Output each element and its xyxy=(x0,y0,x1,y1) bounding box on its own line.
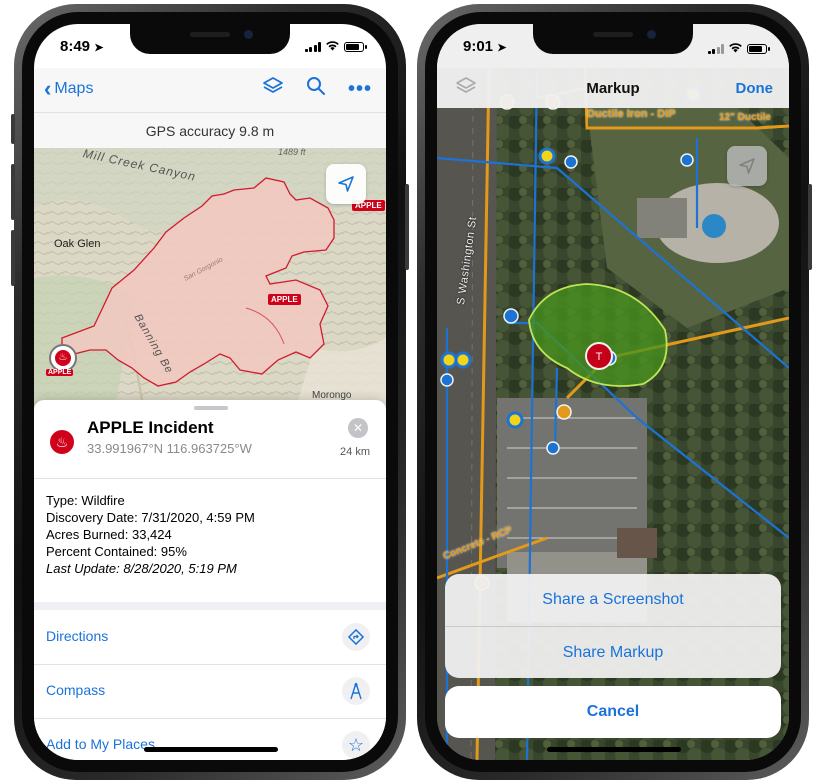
incident-title: APPLE Incident xyxy=(87,418,214,437)
share-action-sheet: Share a Screenshot Share Markup xyxy=(445,574,781,678)
svg-text:T: T xyxy=(596,351,603,363)
nav-bar: ‹ Maps ••• xyxy=(34,68,386,112)
chevron-left-icon: ‹ xyxy=(44,76,52,101)
locate-button[interactable] xyxy=(326,164,366,204)
star-icon: ☆ xyxy=(342,731,370,759)
add-to-places-action[interactable]: Add to My Places ☆ xyxy=(34,718,386,760)
search-icon[interactable] xyxy=(306,76,326,102)
section-divider xyxy=(34,602,386,610)
detail-discovery: Discovery Date: 7/31/2020, 4:59 PM xyxy=(46,510,255,525)
detail-contained: Percent Contained: 95% xyxy=(46,544,187,559)
map-label-elevation: 1489 ft xyxy=(278,148,306,157)
left-phone: 8:49 ➤ ‹ Maps ••• GPS accuracy 9.8 m Mil… xyxy=(11,4,409,780)
incident-details: Type: Wildfire Discovery Date: 7/31/2020… xyxy=(46,492,255,577)
detail-updated: Last Update: 8/28/2020, 5:19 PM xyxy=(46,561,237,576)
wifi-icon xyxy=(728,40,743,58)
divider xyxy=(34,478,386,479)
pipe-label-top: Ductile Iron - DIP xyxy=(587,108,676,120)
close-icon: ✕ xyxy=(352,421,364,435)
close-button[interactable]: ✕ xyxy=(348,418,368,438)
pipe-label-right: 12" Ductile xyxy=(719,112,771,123)
markup-nav-bar: Markup Done xyxy=(437,68,789,108)
location-arrow-icon: ➤ xyxy=(497,42,507,54)
fire-marker[interactable]: ♨ xyxy=(49,344,77,372)
volume-down-button xyxy=(11,230,15,286)
status-time: 8:49 ➤ xyxy=(60,38,104,55)
fire-icon: ♨ xyxy=(50,430,74,454)
fire-icon: ♨ xyxy=(55,350,71,366)
compass-action[interactable]: Compass xyxy=(34,664,386,719)
grabber-handle[interactable] xyxy=(194,406,228,410)
map-view[interactable]: Mill Creek Canyon 1489 ft Oak Glen San G… xyxy=(34,148,386,413)
signal-icon xyxy=(304,42,321,52)
battery-icon xyxy=(344,42,367,52)
directions-action[interactable]: Directions xyxy=(34,610,386,665)
share-markup-button[interactable]: Share Markup xyxy=(445,627,781,678)
power-button xyxy=(808,184,812,270)
incident-card: ♨ APPLE Incident 33.991967°N 116.963725°… xyxy=(34,400,386,760)
detail-acres: Acres Burned: 33,424 xyxy=(46,527,172,542)
share-screenshot-button[interactable]: Share a Screenshot xyxy=(445,574,781,626)
battery-icon xyxy=(747,44,770,54)
screen: 9:01 ➤ T S Washington St Ductile Iron - … xyxy=(437,24,789,760)
status-time: 9:01 ➤ xyxy=(463,38,507,55)
wifi-icon xyxy=(325,40,340,54)
cancel-button[interactable]: Cancel xyxy=(445,686,781,738)
compass-label: Compass xyxy=(46,682,106,698)
mute-switch xyxy=(11,114,15,144)
locate-button[interactable] xyxy=(727,146,767,186)
gps-accuracy-banner: GPS accuracy 9.8 m xyxy=(34,112,386,150)
signal-icon xyxy=(707,44,724,54)
incident-coords: 33.991967°N 116.963725°W xyxy=(87,441,252,456)
notch xyxy=(533,24,693,54)
done-button[interactable]: Done xyxy=(736,80,774,97)
directions-icon xyxy=(342,623,370,651)
notch xyxy=(130,24,290,54)
location-arrow-icon xyxy=(739,158,755,174)
more-icon[interactable]: ••• xyxy=(348,78,372,101)
directions-label: Directions xyxy=(46,628,109,644)
volume-up-button xyxy=(11,164,15,220)
back-label: Maps xyxy=(54,80,94,97)
map-label-oak-glen: Oak Glen xyxy=(54,238,101,250)
home-indicator[interactable] xyxy=(547,747,681,752)
detail-type: Type: Wildfire xyxy=(46,493,125,508)
layers-icon[interactable] xyxy=(262,76,284,102)
power-button xyxy=(405,184,409,270)
fire-label-left: APPLE xyxy=(46,369,74,376)
home-indicator[interactable] xyxy=(144,747,278,752)
compass-icon xyxy=(342,677,370,705)
screen: 8:49 ➤ ‹ Maps ••• GPS accuracy 9.8 m Mil… xyxy=(34,24,386,760)
location-arrow-icon: ➤ xyxy=(94,42,104,54)
location-arrow-icon xyxy=(338,176,354,192)
back-button[interactable]: ‹ Maps xyxy=(44,76,94,101)
fire-label-mid: APPLE xyxy=(268,294,301,305)
right-phone: 9:01 ➤ T S Washington St Ductile Iron - … xyxy=(417,4,812,780)
add-to-places-label: Add to My Places xyxy=(46,736,155,752)
distance-label: 24 km xyxy=(340,446,370,458)
